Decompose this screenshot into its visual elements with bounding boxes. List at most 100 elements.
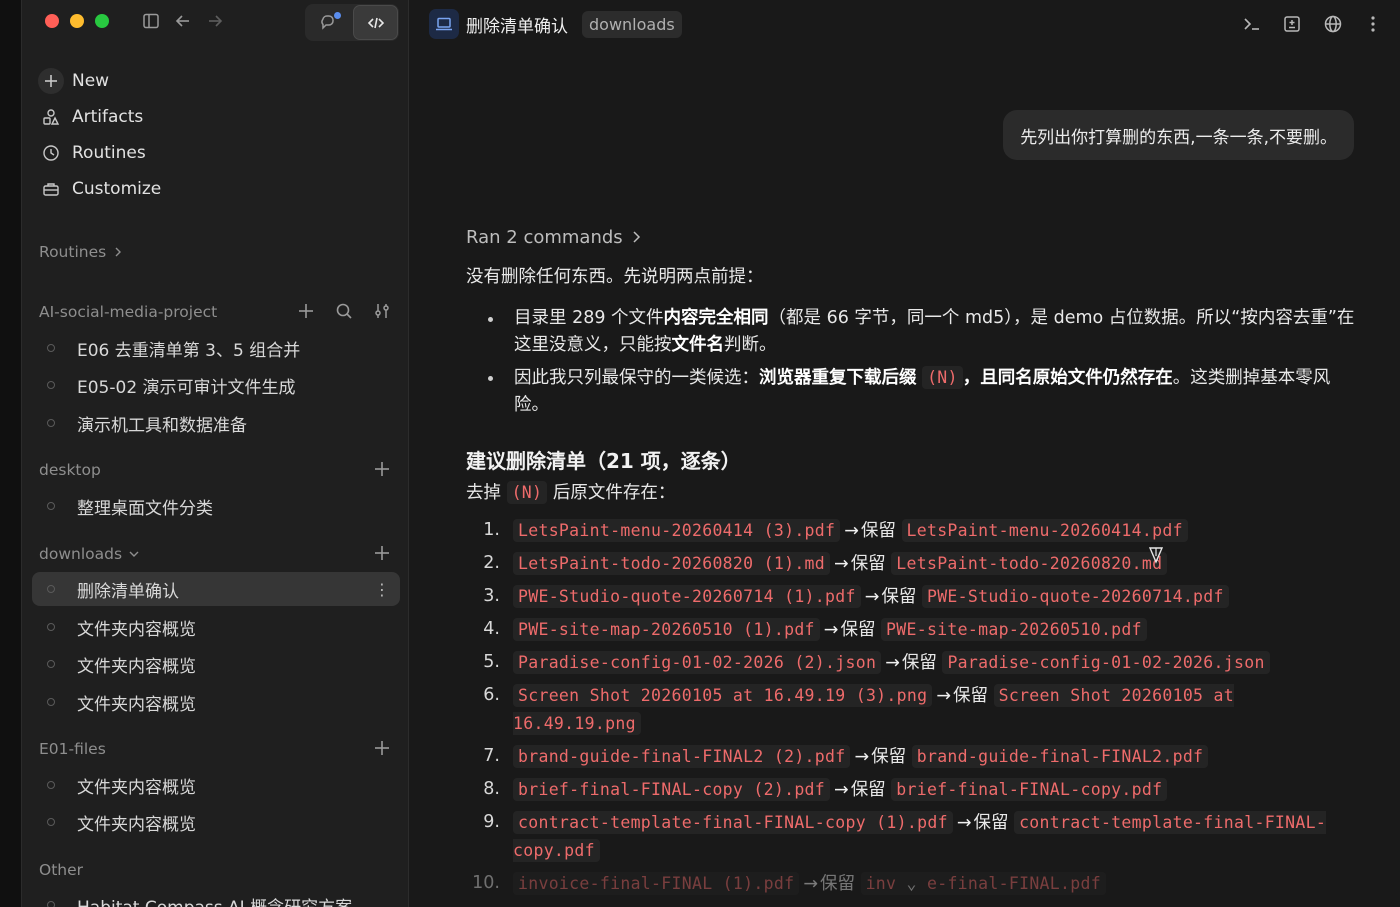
delete-filename: brief-final-FINAL-copy (2).pdf bbox=[513, 778, 831, 801]
thread-item[interactable]: 演示机工具和数据准备 bbox=[32, 406, 400, 440]
list-item: 4. PWE-site-map-20260510 (1).pdf → 保留 PWE-s… bbox=[466, 616, 1356, 644]
thread-title: Habitat Compass AI 概念研究方案 bbox=[77, 893, 352, 907]
item-number: 3. bbox=[483, 586, 500, 606]
artifacts-label: Artifacts bbox=[72, 107, 144, 127]
keep-filename: PWE-site-map-20260510.pdf bbox=[881, 618, 1147, 641]
keep-label: 保留 bbox=[881, 587, 917, 607]
add-thread-icon[interactable] bbox=[371, 542, 393, 564]
chevron-right-icon bbox=[629, 230, 643, 244]
code-mode-button[interactable] bbox=[353, 5, 398, 40]
e01-section-header[interactable]: E01-files bbox=[39, 737, 106, 761]
more-options-icon[interactable]: ⋮ bbox=[374, 580, 390, 599]
thread-title: 整理桌面文件分类 bbox=[77, 498, 213, 519]
list-item: 1. LetsPaint-menu-20260414 (3).pdf → 保留 Let… bbox=[466, 517, 1356, 545]
list-item: 9. contract-template-final-FINAL-copy (1)… bbox=[466, 809, 1356, 865]
routines-section-header[interactable]: Routines bbox=[39, 240, 124, 264]
new-label: New bbox=[72, 71, 110, 91]
project-section-title: AI-social-media-project bbox=[39, 303, 218, 321]
thread-item[interactable]: 文件夹内容概览 bbox=[32, 647, 400, 681]
thread-item[interactable]: Habitat Compass AI 概念研究方案 bbox=[32, 888, 400, 907]
e01-section-title: E01-files bbox=[39, 740, 106, 758]
minimize-window-button[interactable] bbox=[70, 14, 84, 28]
downloads-section-title: downloads bbox=[39, 545, 123, 563]
thread-status-dot bbox=[47, 901, 55, 907]
item-number: 7. bbox=[483, 746, 500, 766]
new-button[interactable]: New bbox=[38, 66, 109, 96]
artifacts-nav-item[interactable]: Artifacts bbox=[38, 102, 143, 132]
delete-filename: invoice-final-FINAL (1).pdf bbox=[513, 872, 800, 895]
more-vertical-icon[interactable] bbox=[1361, 12, 1385, 36]
arrow: → bbox=[844, 521, 859, 541]
thread-item[interactable]: E05-02 演示可审计文件生成 bbox=[32, 368, 400, 402]
other-section-header[interactable]: Other bbox=[39, 858, 83, 882]
list-item: 5. Paradise-config-01-02-2026 (2).json → 保留… bbox=[466, 649, 1356, 677]
thread-title-header: 删除清单确认 bbox=[466, 17, 568, 37]
ran-commands-toggle[interactable]: Ran 2 commands bbox=[466, 222, 1356, 252]
thread-status-dot bbox=[47, 381, 55, 389]
thread-item[interactable]: E06 去重清单第 3、5 组合并 bbox=[32, 331, 400, 365]
delete-filename: brand-guide-final-FINAL2 (2).pdf bbox=[513, 745, 851, 768]
back-arrow-icon[interactable] bbox=[172, 10, 194, 32]
ran-commands-label: Ran 2 commands bbox=[466, 226, 623, 248]
text-span: 判断。 bbox=[724, 335, 777, 355]
premise-list: 目录里 289 个文件内容完全相同（都是 66 字节，同一个 md5），是 de… bbox=[466, 305, 1356, 419]
thread-item[interactable]: 文件夹内容概览 bbox=[32, 685, 400, 719]
routines-nav-item[interactable]: Routines bbox=[38, 138, 146, 168]
zoom-window-button[interactable] bbox=[95, 14, 109, 28]
other-section-title: Other bbox=[39, 861, 84, 879]
close-window-button[interactable] bbox=[45, 14, 59, 28]
keep-label: 保留 bbox=[820, 874, 855, 894]
intro-text: 没有删除任何东西。先说明两点前提： bbox=[466, 267, 764, 287]
desktop-section-header[interactable]: desktop bbox=[39, 458, 101, 482]
keep-label: 保留 bbox=[953, 686, 989, 706]
sidebar-toggle-icon[interactable] bbox=[140, 10, 162, 32]
clock-icon bbox=[38, 140, 64, 166]
thread-title: 演示机工具和数据准备 bbox=[77, 415, 247, 436]
keep-filename-start: inv bbox=[865, 874, 897, 893]
globe-icon[interactable] bbox=[1321, 12, 1345, 36]
keep-label: 保留 bbox=[901, 653, 937, 673]
forward-arrow-icon[interactable] bbox=[204, 10, 226, 32]
keep-label: 保留 bbox=[850, 554, 886, 574]
terminal-icon[interactable] bbox=[1240, 12, 1264, 36]
user-message-bubble: 先列出你打算删的东西,一条一条,不要删。 bbox=[1003, 110, 1354, 160]
thread-item-active[interactable]: 删除清单确认 ⋮ bbox=[32, 572, 400, 606]
project-section-header[interactable]: AI-social-media-project bbox=[39, 300, 217, 324]
plus-icon bbox=[38, 68, 64, 94]
keep-label: 保留 bbox=[973, 813, 1009, 833]
delete-filename: Paradise-config-01-02-2026 (2).json bbox=[513, 651, 882, 674]
thread-item[interactable]: 文件夹内容概览 bbox=[32, 805, 400, 839]
downloads-section-header[interactable]: downloads bbox=[39, 542, 140, 566]
add-thread-icon[interactable] bbox=[371, 458, 393, 480]
item-number: 10. bbox=[472, 873, 500, 893]
thread-title: E05-02 演示可审计文件生成 bbox=[77, 377, 296, 398]
customize-nav-item[interactable]: Customize bbox=[38, 174, 161, 204]
add-thread-icon[interactable] bbox=[295, 300, 317, 322]
premise-item: 目录里 289 个文件内容完全相同（都是 66 字节，同一个 md5），是 de… bbox=[466, 305, 1356, 359]
notification-dot bbox=[334, 12, 341, 19]
bold-text: ，且同名原始文件仍然存在 bbox=[962, 368, 1173, 388]
delete-filename: LetsPaint-menu-20260414 (3).pdf bbox=[513, 519, 841, 542]
thread-title: 文件夹内容概览 bbox=[77, 656, 196, 677]
delete-filename: PWE-Studio-quote-20260714 (1).pdf bbox=[513, 585, 861, 608]
bold-text: 文件名 bbox=[671, 335, 725, 355]
diff-panel-icon[interactable] bbox=[1280, 12, 1304, 36]
filter-sliders-icon[interactable] bbox=[371, 300, 393, 322]
keep-filename: PWE-Studio-quote-20260714.pdf bbox=[921, 585, 1229, 608]
arrow: → bbox=[864, 587, 880, 607]
thread-item[interactable]: 整理桌面文件分类 bbox=[32, 489, 400, 523]
folder-badge[interactable]: downloads bbox=[582, 11, 682, 38]
add-thread-icon[interactable] bbox=[371, 737, 393, 759]
delete-filename: contract-template-final-FINAL-copy (1).p… bbox=[513, 811, 953, 834]
thread-item[interactable]: 文件夹内容概览 bbox=[32, 768, 400, 802]
search-icon[interactable] bbox=[333, 300, 355, 322]
thread-item[interactable]: 文件夹内容概览 bbox=[32, 610, 400, 644]
text-span: 因此我只列最保守的一类候选： bbox=[514, 368, 759, 388]
list-item: 7. brand-guide-final-FINAL2 (2).pdf → 保留 br… bbox=[466, 743, 1356, 771]
scroll-down-chevron-icon[interactable]: ⌄ bbox=[907, 874, 917, 893]
chat-mode-button[interactable] bbox=[306, 5, 351, 40]
keep-filename: brief-final-FINAL-copy.pdf bbox=[891, 778, 1168, 801]
thread-status-dot bbox=[47, 781, 55, 789]
keep-filename: inv ⌄ e-final-FINAL.pdf bbox=[860, 872, 1106, 895]
chevron-down-icon bbox=[128, 548, 140, 560]
